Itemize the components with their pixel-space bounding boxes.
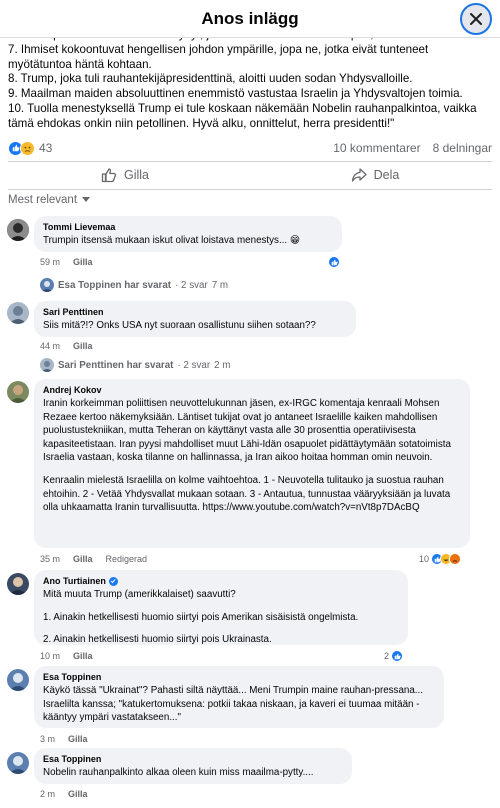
comment-text: 2. Ainakin hetkellisesti huomio siirtyi … — [43, 634, 272, 646]
reply-author: Esa Toppinen har svarat — [58, 279, 172, 291]
comment-reactions[interactable]: 2 — [384, 650, 404, 662]
edited-label: Redigerad — [105, 554, 148, 564]
comment-text: Trumpin itsensä mukaan iskut olivat lois… — [43, 235, 301, 246]
share-icon — [351, 168, 367, 182]
reaction-count: 2 — [384, 651, 390, 661]
like-reaction-icon — [391, 650, 404, 662]
share-button[interactable]: Dela — [250, 162, 500, 188]
reply-time: 7 m — [211, 279, 229, 291]
comment-meta: 3 m Gilla — [40, 734, 88, 744]
comment-time[interactable]: 2 m — [40, 789, 55, 799]
comment-text: Nobelin rauhanpalkinto alkaa oleen kuin … — [43, 767, 314, 778]
avatar[interactable] — [7, 302, 29, 324]
comment-text: Siis mitä?!? Onks USA nyt suoraan osalli… — [43, 320, 316, 331]
comment-text: Käykö tässä "Ukrainat"? Pahasti siltä nä… — [43, 685, 423, 724]
comment-bubble: Tommi Lievemaa Trumpin itsensä mukaan is… — [34, 216, 342, 252]
sort-label: Mest relevant — [8, 194, 78, 206]
view-replies-link[interactable]: Esa Toppinen har svarat · 2 svar 7 m — [40, 278, 228, 292]
comment-author[interactable]: Sari Penttinen — [43, 307, 347, 317]
post-line: 10. Tuolla menestyksellä Trump ei tule k… — [8, 101, 480, 130]
comment-reactions[interactable] — [328, 256, 340, 268]
reaction-count[interactable]: 43 — [39, 141, 52, 155]
divider — [8, 189, 492, 190]
comment-text: Kenraalin mielestä Israelilla on kolme v… — [43, 474, 451, 514]
post-line: 9. Maailman maiden absoluuttinen enemmis… — [8, 87, 463, 101]
like-label: Gilla — [123, 168, 149, 182]
comment-author[interactable]: Andrej Kokov — [43, 385, 461, 395]
post-line: 7. Ihmiset kokoontuvat hengellisen johdo… — [8, 42, 432, 71]
reaction-count: 10 — [419, 554, 430, 564]
comment-author-row: Ano Turtiainen — [43, 576, 399, 586]
avatar[interactable] — [7, 381, 29, 403]
dialog-header: Anos inlägg — [0, 0, 500, 38]
comment-bubble: Esa Toppinen Käykö tässä "Ukrainat"? Pah… — [34, 666, 444, 728]
avatar — [40, 278, 54, 292]
avatar[interactable] — [7, 219, 29, 241]
close-icon — [470, 13, 482, 25]
reply-author: Sari Penttinen har svarat — [58, 359, 174, 371]
post-actions: Gilla Dela — [0, 162, 500, 188]
comment-meta: 10 m Gilla — [40, 651, 93, 661]
comment-author[interactable]: Esa Toppinen — [43, 754, 343, 764]
reply-count: · 2 svar — [177, 359, 211, 371]
sad-reaction-icon — [20, 140, 35, 156]
avatar[interactable] — [7, 573, 29, 595]
comment-meta: 35 m Gilla Redigerad — [40, 554, 147, 564]
comment-sort-dropdown[interactable]: Mest relevant — [8, 194, 91, 206]
avatar[interactable] — [7, 669, 29, 691]
chevron-down-icon — [82, 197, 91, 202]
comment-bubble: Andrej Kokov Iranin korkeimman poliittis… — [34, 379, 470, 548]
avatar[interactable] — [7, 752, 29, 774]
comment-like-button[interactable]: Gilla — [73, 257, 93, 267]
comment-author[interactable]: Ano Turtiainen — [43, 576, 106, 586]
dialog-title: Anos inlägg — [201, 9, 299, 28]
post-text: 6. Iranin poliittinen hallinto on säilyn… — [8, 28, 494, 132]
angry-reaction-icon — [449, 553, 462, 565]
post-line: 8. Trump, joka tuli rauhantekijäpresiden… — [8, 72, 413, 86]
avatar — [40, 358, 54, 372]
comment-text: 1. Ainakin hetkellisesti huomio siirtyi … — [43, 611, 359, 623]
comment-time[interactable]: 3 m — [40, 734, 55, 744]
comment-time[interactable]: 10 m — [40, 651, 60, 661]
comment-author[interactable]: Esa Toppinen — [43, 672, 435, 682]
reaction-icons[interactable] — [8, 140, 35, 156]
comment-like-button[interactable]: Gilla — [68, 789, 88, 799]
verified-badge-icon — [108, 576, 118, 586]
comment-meta: 2 m Gilla — [40, 789, 88, 799]
comment-text: Iranin korkeimman poliittisen neuvottelu… — [43, 398, 451, 464]
comment-like-button[interactable]: Gilla — [73, 341, 93, 351]
comment-like-button[interactable]: Gilla — [68, 734, 88, 744]
reply-count: · 2 svar — [175, 279, 208, 291]
comment-time[interactable]: 35 m — [40, 554, 60, 564]
comment-meta: 59 m Gilla — [40, 257, 93, 267]
comment-bubble: Esa Toppinen Nobelin rauhanpalkinto alka… — [34, 748, 352, 784]
like-button[interactable]: Gilla — [0, 162, 250, 188]
comment-author[interactable]: Tommi Lievemaa — [43, 222, 333, 232]
post-reactions-row: 43 10 kommentarer 8 delningar — [8, 139, 492, 157]
share-label: Dela — [373, 168, 400, 182]
comment-bubble: Sari Penttinen Siis mitä?!? Onks USA nyt… — [34, 301, 356, 337]
thumbs-up-icon — [101, 168, 117, 183]
shares-count[interactable]: 8 delningar — [433, 141, 492, 155]
reply-time: 2 m — [214, 359, 231, 371]
comments-count[interactable]: 10 kommentarer — [333, 141, 420, 155]
close-button[interactable] — [460, 3, 492, 35]
comment-time[interactable]: 59 m — [40, 257, 60, 267]
view-replies-link[interactable]: Sari Penttinen har svarat · 2 svar 2 m — [40, 358, 230, 372]
like-reaction-icon — [328, 256, 340, 268]
comment-reactions[interactable]: 10 — [419, 553, 462, 565]
comment-time[interactable]: 44 m — [40, 341, 60, 351]
comment-bubble: Ano Turtiainen Mitä muuta Trump (amerikk… — [34, 570, 408, 645]
comment-like-button[interactable]: Gilla — [73, 651, 93, 661]
comment-meta: 44 m Gilla — [40, 341, 93, 351]
comment-text: Mitä muuta Trump (amerikkalaiset) saavut… — [43, 589, 236, 600]
comment-like-button[interactable]: Gilla — [73, 554, 93, 564]
